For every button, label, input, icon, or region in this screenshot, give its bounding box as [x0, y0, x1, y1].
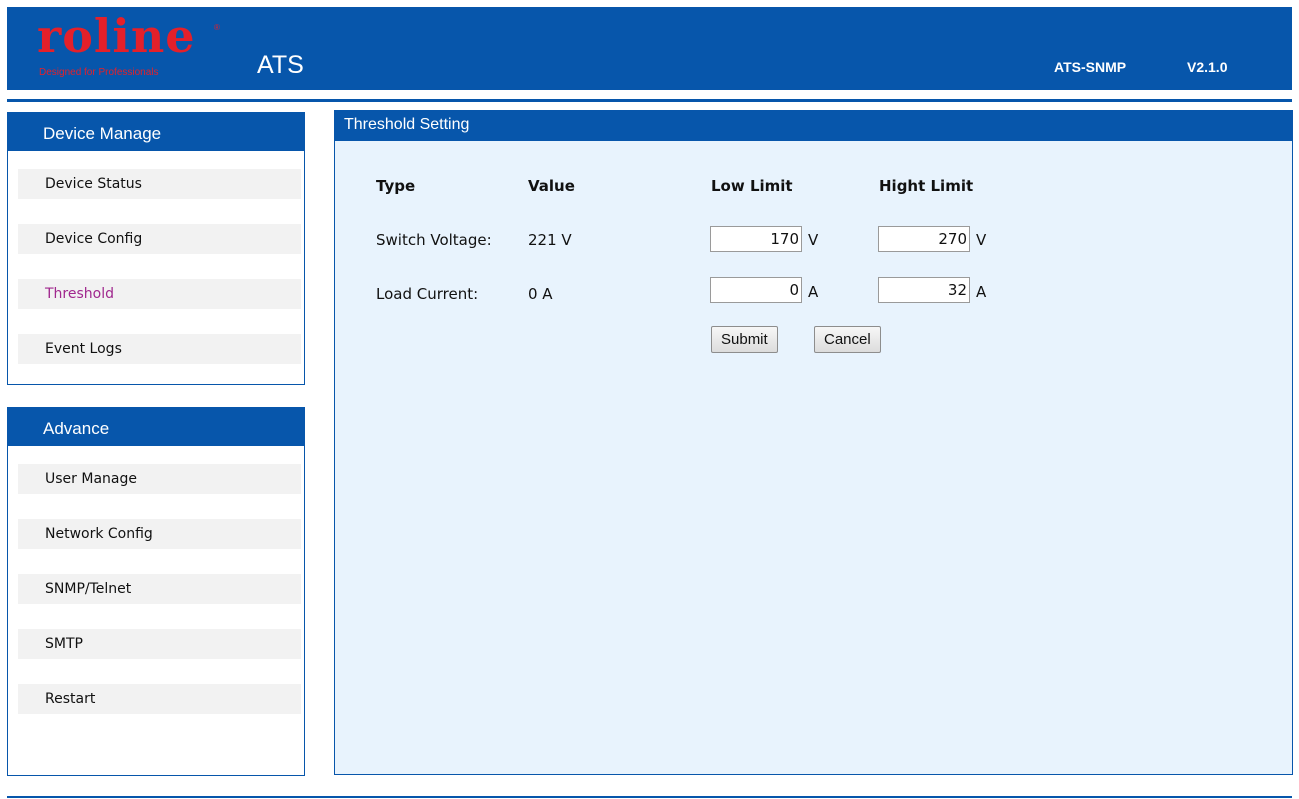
load-current-low-limit-input[interactable]	[710, 277, 802, 303]
switch-voltage-low-unit: V	[808, 231, 819, 249]
header-bar: roline ® Designed for Professionals ATS …	[7, 7, 1292, 90]
sidebar-item-network-config[interactable]: Network Config	[18, 519, 301, 549]
device-model: ATS-SNMP	[1054, 59, 1127, 75]
sidebar-item-restart[interactable]: Restart	[18, 684, 301, 714]
load-current-value: 0 A	[528, 285, 553, 303]
logo-tagline: Designed for Professionals	[39, 67, 159, 78]
logo-wordmark: roline	[37, 9, 196, 63]
sidebar-item-device-status[interactable]: Device Status	[18, 169, 301, 199]
sidebar-panel-advance: Advance User Manage Network Config SNMP/…	[7, 407, 305, 776]
panel-title: Threshold Setting	[335, 111, 1292, 141]
load-current-high-unit: A	[976, 283, 987, 301]
sidebar-item-user-manage[interactable]: User Manage	[18, 464, 301, 494]
switch-voltage-low-limit-input[interactable]	[710, 226, 802, 252]
logo-registered-mark: ®	[214, 23, 220, 32]
switch-voltage-value: 221 V	[528, 231, 572, 249]
load-current-low-unit: A	[808, 283, 819, 301]
switch-voltage-high-limit-input[interactable]	[878, 226, 970, 252]
app-title: ATS	[257, 51, 304, 79]
firmware-version: V2.1.0	[1187, 59, 1228, 75]
row-label-load-current: Load Current:	[376, 285, 479, 303]
sidebar-section-title: Device Manage	[8, 113, 304, 151]
sidebar-item-threshold[interactable]: Threshold	[18, 279, 301, 309]
threshold-setting-panel: Threshold Setting Type Value Low Limit H…	[334, 110, 1293, 775]
load-current-high-limit-input[interactable]	[878, 277, 970, 303]
switch-voltage-high-unit: V	[976, 231, 987, 249]
sidebar-item-smtp[interactable]: SMTP	[18, 629, 301, 659]
column-header-high-limit: Hight Limit	[879, 177, 974, 195]
roline-logo: roline ® Designed for Professionals	[37, 13, 220, 81]
sidebar-item-event-logs[interactable]: Event Logs	[18, 334, 301, 364]
sidebar-section-title: Advance	[8, 408, 304, 446]
column-header-low-limit: Low Limit	[711, 177, 793, 195]
cancel-button[interactable]: Cancel	[814, 326, 881, 353]
submit-button[interactable]: Submit	[711, 326, 778, 353]
sidebar-item-snmp-telnet[interactable]: SNMP/Telnet	[18, 574, 301, 604]
sidebar-item-device-config[interactable]: Device Config	[18, 224, 301, 254]
row-label-switch-voltage: Switch Voltage:	[376, 231, 492, 249]
footer-divider	[7, 796, 1292, 798]
column-header-value: Value	[528, 177, 575, 195]
sidebar-panel-device-manage: Device Manage Device Status Device Confi…	[7, 112, 305, 385]
header-divider	[7, 99, 1292, 102]
column-header-type: Type	[376, 177, 416, 195]
